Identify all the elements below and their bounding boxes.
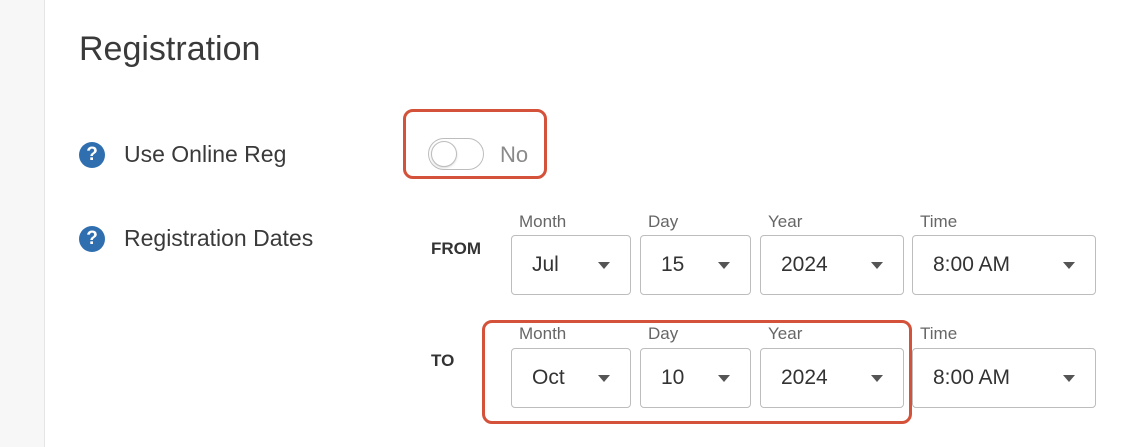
- from-label: FROM: [431, 239, 482, 258]
- to-month-select[interactable]: Oct: [511, 348, 631, 408]
- to-year-select[interactable]: 2024: [760, 348, 904, 408]
- to-time-select[interactable]: 8:00 AM: [912, 348, 1096, 408]
- from-month-label: Month: [519, 212, 567, 231]
- to-month-label: Month: [519, 324, 567, 343]
- help-icon[interactable]: ?: [79, 141, 105, 168]
- chevron-down-icon: [1063, 374, 1075, 382]
- reg-dates-row: ? Registration Dates: [79, 225, 313, 252]
- section-title: Registration: [79, 30, 261, 68]
- chevron-down-icon: [718, 374, 730, 382]
- from-month-select[interactable]: Jul: [511, 235, 631, 295]
- help-icon[interactable]: ?: [79, 225, 105, 252]
- reg-dates-label: Registration Dates: [124, 225, 314, 251]
- to-time-label: Time: [920, 324, 958, 343]
- toggle-state-text: No: [500, 142, 529, 167]
- chevron-down-icon: [598, 374, 610, 382]
- toggle-knob: [431, 141, 457, 167]
- to-year-value: 2024: [781, 366, 828, 389]
- chevron-down-icon: [871, 261, 883, 269]
- online-reg-label: Use Online Reg: [124, 141, 287, 167]
- to-day-value: 10: [661, 366, 685, 389]
- to-day-select[interactable]: 10: [640, 348, 751, 408]
- chevron-down-icon: [871, 374, 883, 382]
- to-label: TO: [431, 351, 455, 370]
- from-time-value: 8:00 AM: [933, 253, 1011, 276]
- to-month-value: Oct: [532, 366, 565, 389]
- to-day-label: Day: [648, 324, 679, 343]
- from-year-value: 2024: [781, 253, 828, 276]
- online-reg-row: ? Use Online Reg: [79, 141, 286, 168]
- from-day-select[interactable]: 15: [640, 235, 751, 295]
- to-year-label: Year: [768, 324, 803, 343]
- left-rail: [0, 0, 45, 447]
- chevron-down-icon: [718, 261, 730, 269]
- from-time-select[interactable]: 8:00 AM: [912, 235, 1096, 295]
- online-reg-toggle[interactable]: [428, 138, 484, 170]
- chevron-down-icon: [598, 261, 610, 269]
- from-time-label: Time: [920, 212, 958, 231]
- to-time-value: 8:00 AM: [933, 366, 1011, 389]
- from-day-value: 15: [661, 253, 685, 276]
- from-year-label: Year: [768, 212, 803, 231]
- from-month-value: Jul: [532, 253, 559, 276]
- chevron-down-icon: [1063, 261, 1075, 269]
- from-day-label: Day: [648, 212, 679, 231]
- from-year-select[interactable]: 2024: [760, 235, 904, 295]
